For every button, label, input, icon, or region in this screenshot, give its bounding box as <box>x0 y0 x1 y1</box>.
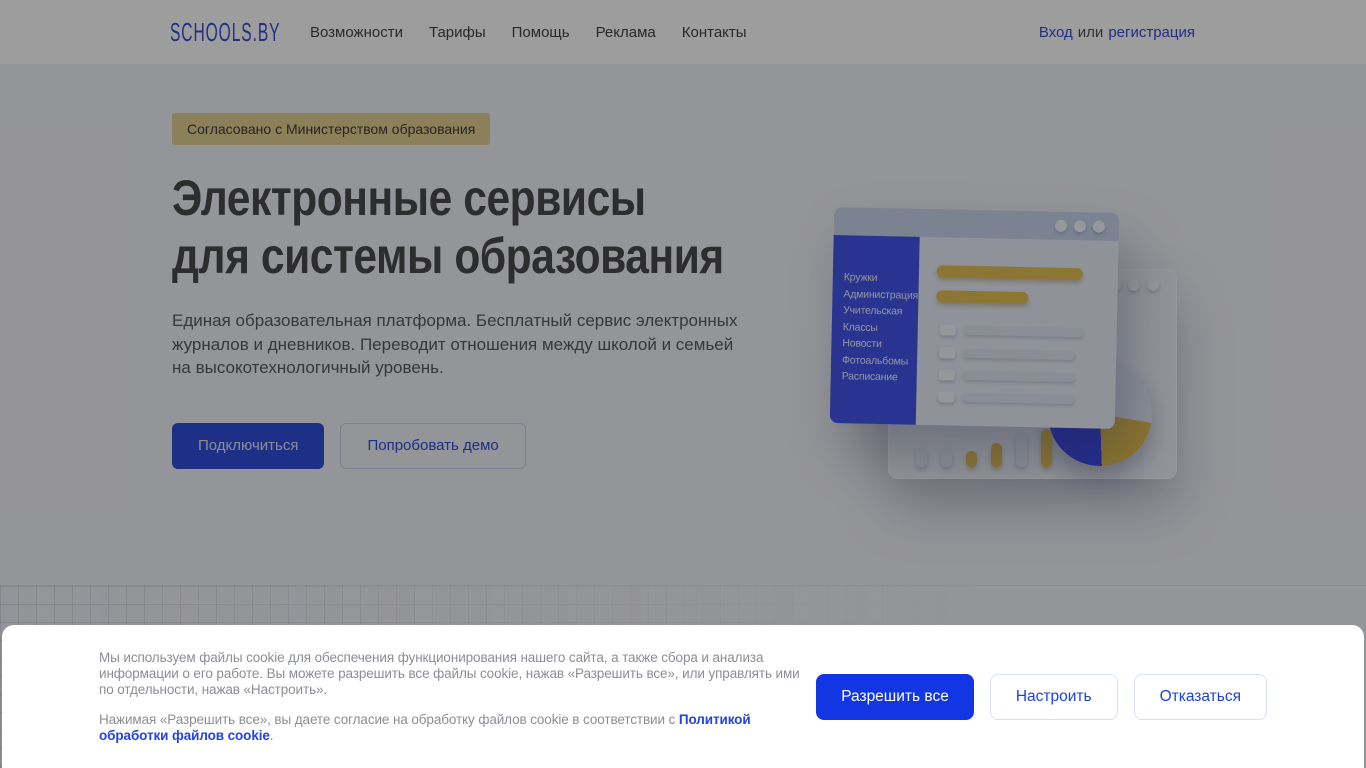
cookie-actions: Разрешить все Настроить Отказаться <box>816 673 1267 720</box>
cookie-paragraph-1: Мы используем файлы cookie для обеспечен… <box>99 649 800 697</box>
cookie-paragraph-2: Нажимая «Разрешить все», вы даете соглас… <box>99 712 809 744</box>
cookie-banner: Мы используем файлы cookie для обеспечен… <box>2 625 1364 768</box>
configure-cookies-button[interactable]: Настроить <box>989 673 1118 720</box>
allow-all-cookies-button[interactable]: Разрешить все <box>816 673 974 720</box>
cookie-paragraph-2-suffix: . <box>269 727 274 743</box>
decline-cookies-button[interactable]: Отказаться <box>1133 673 1267 720</box>
cookie-banner-text: Мы используем файлы cookie для обеспечен… <box>99 650 809 744</box>
cookie-paragraph-2-prefix: Нажимая «Разрешить все», вы даете соглас… <box>99 711 679 727</box>
